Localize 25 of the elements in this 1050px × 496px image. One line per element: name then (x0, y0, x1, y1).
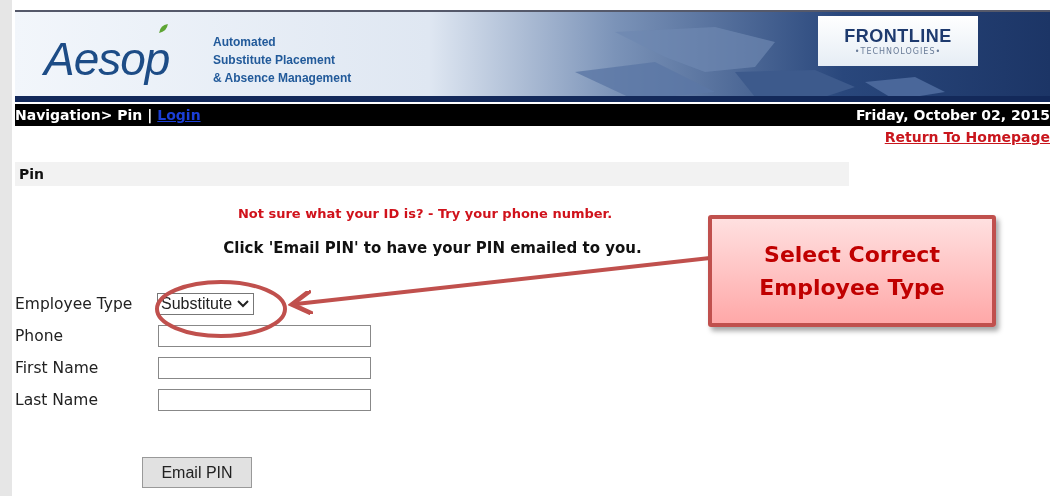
input-field[interactable] (158, 324, 371, 347)
input-field[interactable] (158, 356, 371, 379)
partner-subtitle: •TECHNOLOGIES• (853, 47, 943, 56)
employee-type-select[interactable]: Substitute (157, 292, 255, 315)
field-label: Phone (15, 326, 64, 345)
tagline-text: & Absence Management (213, 70, 352, 87)
aesop-logo: Aesop (42, 35, 171, 83)
partner-logo: FRONTLINE (843, 26, 953, 47)
notice-text: Not sure what your ID is? - Try your phone number. (237, 206, 613, 221)
field-label: Employee Type (15, 294, 134, 313)
input-field[interactable] (158, 388, 371, 411)
date-text: Friday, October 02, 2015 (855, 107, 1050, 123)
instruction-text: Click 'Email PIN' to have your PIN emailed to you. (223, 239, 642, 257)
tagline-text: Automated (213, 34, 277, 51)
breadcrumb: Navigation> Pin | (15, 107, 153, 123)
email-pin-button[interactable]: Email PIN (142, 457, 252, 488)
field-label: First Name (15, 358, 100, 377)
leaf-icon (158, 23, 169, 34)
return-link[interactable]: Return To Homepage (884, 129, 1050, 145)
callout-text: Employee Type (759, 275, 945, 300)
tagline-text: Substitute Placement (213, 52, 337, 69)
chevron-icon (237, 299, 250, 308)
callout-text: Select Correct (764, 242, 940, 267)
section-title: Pin (19, 166, 45, 182)
field-label: Last Name (15, 390, 99, 409)
